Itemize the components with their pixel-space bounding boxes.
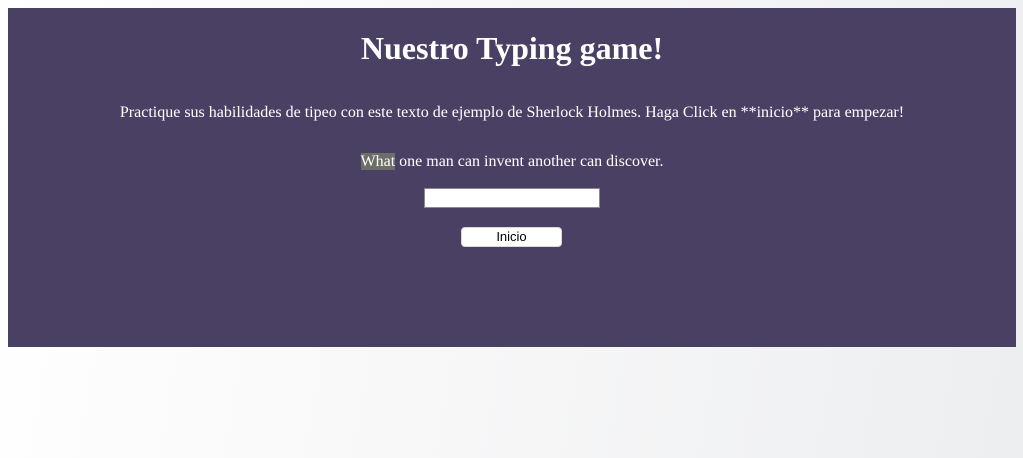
game-panel: Nuestro Typing game! Practique sus habil… (8, 8, 1016, 347)
quote-current-word: What (360, 153, 396, 170)
page-title: Nuestro Typing game! (360, 30, 664, 66)
start-button[interactable]: Inicio (461, 227, 562, 247)
quote-text: What one man can invent another can disc… (8, 153, 1016, 171)
typed-value-input[interactable] (424, 188, 600, 208)
instructions-text: Practique sus habilidades de tipeo con e… (119, 104, 905, 121)
quote-remaining-text: one man can invent another can discover. (395, 153, 664, 170)
